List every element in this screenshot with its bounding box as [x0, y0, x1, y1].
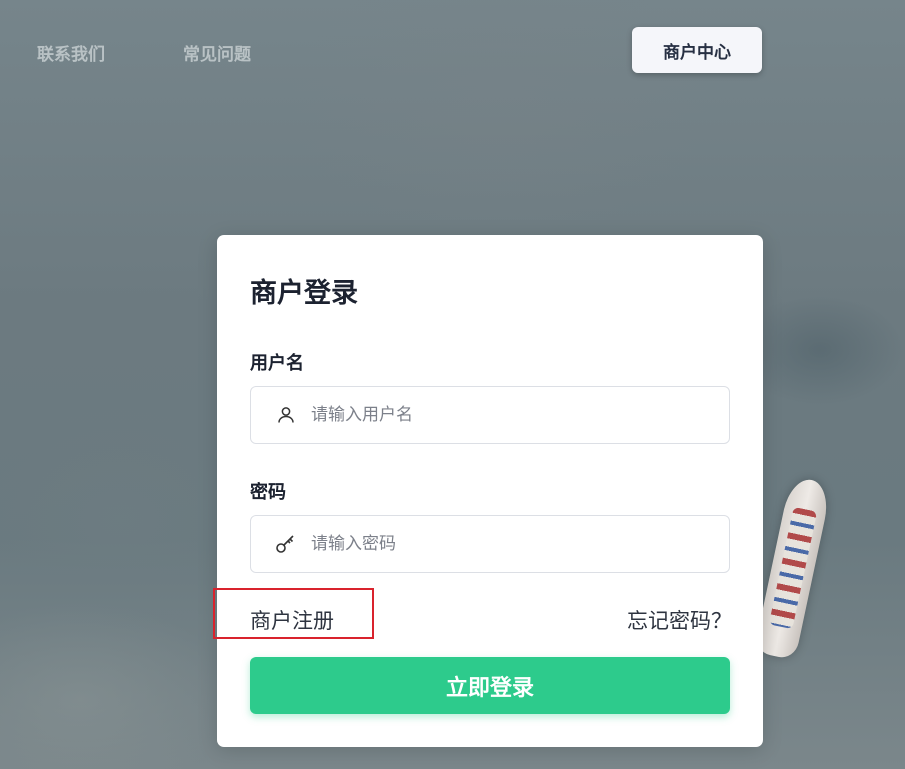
boat-image: [753, 475, 833, 661]
login-card: 商户登录 用户名 密码 商户注册 忘记密码？ 立即登录: [213, 235, 763, 747]
password-label: 密码: [250, 482, 286, 503]
forgot-password-link[interactable]: 忘记密码？: [627, 605, 732, 635]
login-button[interactable]: 立即登录: [250, 657, 730, 714]
password-input[interactable]: [311, 516, 729, 572]
user-icon: [275, 404, 297, 426]
password-field-wrapper[interactable]: [250, 515, 730, 573]
username-field-wrapper[interactable]: [250, 386, 730, 444]
nav-faq-link[interactable]: 常见问题: [183, 40, 251, 65]
key-icon: [275, 533, 297, 555]
nav-contact-link[interactable]: 联系我们: [37, 40, 105, 65]
login-title: 商户登录: [250, 278, 358, 309]
register-link[interactable]: 商户注册: [250, 605, 334, 635]
username-label: 用户名: [250, 353, 304, 374]
username-input[interactable]: [311, 387, 729, 443]
merchant-center-button[interactable]: 商户中心: [632, 27, 762, 73]
